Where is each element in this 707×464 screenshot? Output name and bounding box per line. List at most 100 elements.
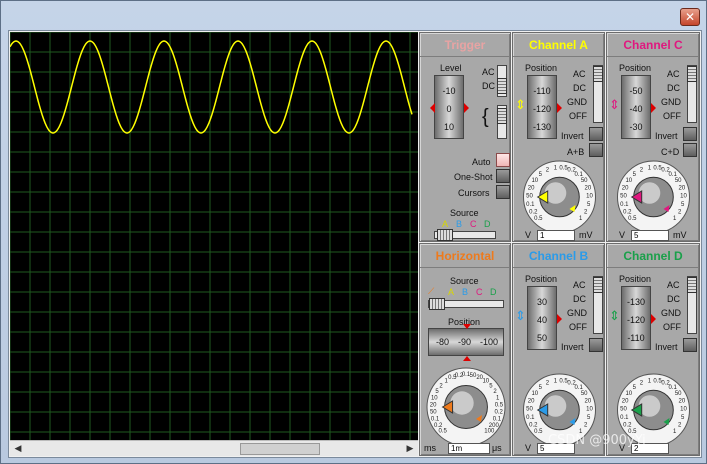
one-shot-button[interactable]	[496, 169, 510, 183]
chc-off-label: OFF	[663, 111, 681, 121]
one-shot-label: One-Shot	[454, 172, 493, 182]
knob-scale-label: 20	[528, 186, 535, 192]
cha-volts-knob[interactable]: 0.50.20.150201052 1 0.5 0.20.1502010521	[515, 155, 604, 231]
scope-display	[10, 32, 418, 440]
horizontal-title: Horizontal	[420, 244, 510, 268]
cha-volts-field[interactable]: 1	[537, 230, 575, 241]
chb-coupling-switch[interactable]	[593, 276, 603, 334]
chb-position-dial[interactable]: 30 40 50	[527, 286, 557, 350]
auto-button[interactable]	[496, 153, 510, 167]
chc-volts-field[interactable]: 5	[631, 230, 669, 241]
chc-invert-button[interactable]	[683, 127, 697, 141]
cha-coupling-switch[interactable]	[593, 65, 603, 123]
chd-ac-label: AC	[667, 280, 680, 290]
knob-scale-label: 0.2	[623, 423, 632, 429]
watermark-text: CSDN @900yYi	[548, 433, 646, 448]
cha-ac-label: AC	[573, 69, 586, 79]
source-d-label: D	[484, 219, 491, 229]
knob-scale-label: 20	[622, 399, 629, 405]
trigger-coupling-switch[interactable]	[497, 65, 507, 97]
cha-off-label: OFF	[569, 111, 587, 121]
hsource-d-label: D	[490, 287, 497, 297]
horizontal-source-slider[interactable]	[428, 298, 504, 310]
trigger-source-slider[interactable]	[434, 229, 496, 241]
time-unit-us: μs	[492, 443, 502, 453]
chd-position-dial[interactable]: -130 -120 -110	[621, 286, 651, 350]
chd-off-label: OFF	[663, 322, 681, 332]
hsource-a-label: A	[448, 287, 455, 297]
chb-updown-arrow-icon: ⇕	[515, 308, 526, 323]
chc-position-dial[interactable]: -50 -40 -30	[621, 75, 651, 139]
chb-invert-button[interactable]	[589, 338, 603, 352]
knob-scale-label: 20	[679, 186, 686, 192]
horizontal-position-dial[interactable]: -80 -90 -100	[428, 328, 504, 356]
chb-pos-tick: 50	[536, 333, 547, 343]
cha-invert-button[interactable]	[589, 127, 603, 141]
cha-position-dial[interactable]: -110 -120 -130	[527, 75, 557, 139]
knob-scale-label: 10	[586, 407, 593, 413]
chb-off-label: OFF	[569, 322, 587, 332]
hsource-b-label: B	[462, 287, 469, 297]
knob-scale-label: 50	[526, 407, 533, 413]
knob-scale-label: 0.1	[575, 172, 584, 178]
channel-d-title: Channel D	[607, 244, 699, 268]
knob-scale-label: 20	[585, 186, 592, 192]
chd-pos-tick: -120	[626, 315, 645, 325]
scroll-right-icon[interactable]: ▶	[402, 441, 418, 457]
level-dial[interactable]: -10 0 10	[434, 75, 464, 139]
knob-scale-label: 0.1	[620, 202, 629, 208]
chd-marker-icon	[651, 314, 656, 324]
horizontal-scrollbar[interactable]: ◀ ▶	[10, 440, 418, 456]
knob-scale-label: 50	[430, 410, 437, 416]
chc-coupling-switch[interactable]	[687, 65, 697, 123]
hpos-marker-bottom-icon	[463, 356, 471, 361]
trigger-source-label: Source	[450, 208, 479, 218]
chd-invert-label: Invert	[655, 342, 678, 352]
chd-invert-button[interactable]	[683, 338, 697, 352]
knob-scale-label: 0.2	[495, 410, 504, 416]
close-button[interactable]: ✕	[680, 8, 700, 26]
knob-scale-label: 0.1	[575, 385, 584, 391]
chc-marker-icon	[651, 103, 656, 113]
level-label: Level	[440, 63, 462, 73]
chc-invert-label: Invert	[655, 131, 678, 141]
trigger-panel: Trigger Level -10 0 10 AC DC { Auto One-…	[419, 32, 511, 242]
channel-a-title: Channel A	[513, 33, 604, 57]
knob-scale-label: 20	[679, 399, 686, 405]
timebase-knob[interactable]: 0.50.20.15020105210.50.20.1 50 20105210.50…	[422, 362, 510, 444]
chb-invert-label: Invert	[561, 342, 584, 352]
chb-position-label: Position	[525, 274, 558, 284]
edge-brace-icon: {	[482, 106, 489, 128]
chc-gnd-label: GND	[661, 97, 681, 107]
chd-updown-arrow-icon: ⇕	[609, 308, 620, 323]
timebase-value-field[interactable]: 1m	[448, 443, 490, 454]
knob-scale-label: 0.1	[431, 417, 440, 423]
cha-unit-mv: mV	[579, 230, 593, 240]
chb-ac-label: AC	[573, 280, 586, 290]
knob-scale-label: 20	[528, 399, 535, 405]
cha-pos-tick: -130	[532, 122, 551, 132]
level-marker-right-icon	[464, 103, 469, 113]
knob-scale-label: 10	[680, 407, 687, 413]
cha-gnd-label: GND	[567, 97, 587, 107]
knob-scale-label: 50	[620, 194, 627, 200]
knob-scale-label: 0.1	[669, 172, 678, 178]
chc-pos-tick: -30	[629, 122, 643, 132]
knob-scale-label: 0.5	[495, 403, 504, 409]
horizontal-ramp-icon: ⟋	[428, 286, 435, 296]
chb-pos-tick: 40	[536, 315, 547, 325]
chc-volts-knob[interactable]: 0.50.20.150201052 1 0.5 0.20.1502010521	[609, 155, 698, 231]
knob-scale-label: 100	[484, 428, 495, 434]
scroll-thumb[interactable]	[240, 443, 320, 455]
time-unit-ms: ms	[424, 443, 436, 453]
knob-scale-label: 0.1	[669, 385, 678, 391]
chc-ac-label: AC	[667, 69, 680, 79]
scroll-left-icon[interactable]: ◀	[10, 441, 26, 457]
chc-pos-tick: -40	[629, 104, 643, 114]
channel-b-title: Channel B	[513, 244, 604, 268]
trigger-edge-switch[interactable]	[497, 105, 507, 139]
knob-scale-label: 20	[585, 399, 592, 405]
chd-coupling-switch[interactable]	[687, 276, 697, 334]
cursors-button[interactable]	[496, 185, 510, 199]
cha-unit-v: V	[525, 230, 532, 240]
